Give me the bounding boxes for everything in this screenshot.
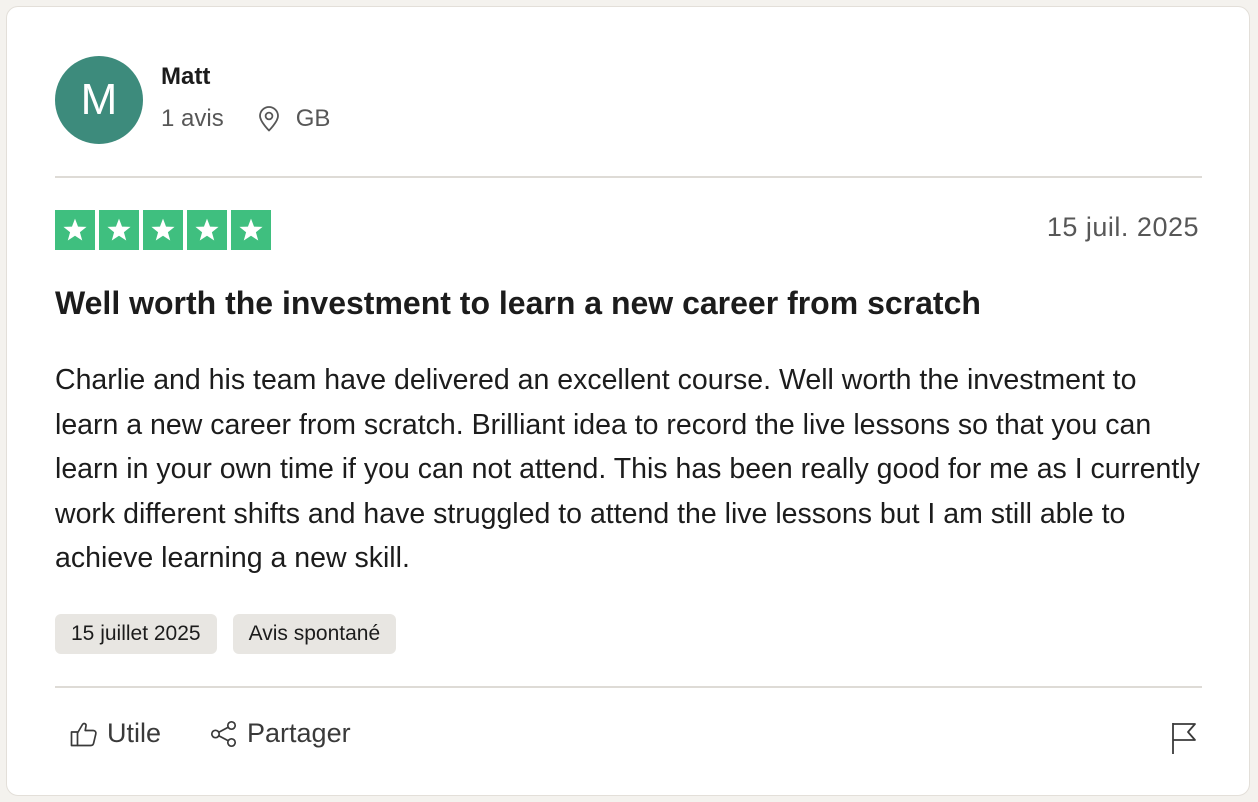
star-rating xyxy=(55,210,271,250)
review-date: 15 juil. 2025 xyxy=(1046,212,1199,242)
review-tags: 15 juillet 2025 Avis spontané xyxy=(55,614,397,654)
star-icon xyxy=(99,210,139,250)
reviewer-name[interactable]: Matt xyxy=(161,62,330,92)
avatar[interactable]: M xyxy=(55,56,143,144)
share-button[interactable]: Partager xyxy=(209,718,351,749)
reviewer-info: Matt 1 avis GB xyxy=(161,62,330,134)
review-title: Well worth the investment to learn a new… xyxy=(55,285,981,321)
share-icon xyxy=(209,719,239,749)
reviewer-country: GB xyxy=(295,105,331,132)
useful-label: Utile xyxy=(107,718,162,748)
review-count: 1 avis xyxy=(161,105,224,132)
star-icon xyxy=(55,210,95,250)
review-actions: Utile Partager xyxy=(69,718,351,749)
report-button[interactable] xyxy=(1169,720,1199,756)
review-source-tag: Avis spontané xyxy=(232,614,397,654)
reviewer-meta: 1 avis GB xyxy=(161,104,330,134)
flag-icon xyxy=(1169,723,1199,760)
star-icon xyxy=(187,210,227,250)
divider xyxy=(55,176,1202,178)
divider xyxy=(55,686,1202,688)
share-label: Partager xyxy=(247,718,351,748)
useful-button[interactable]: Utile xyxy=(69,718,161,749)
star-icon xyxy=(231,210,271,250)
reviewer-header: M Matt 1 avis GB xyxy=(55,55,330,145)
review-card: M Matt 1 avis GB 15 juil. 2025 Well wort… xyxy=(6,6,1250,796)
thumbs-up-icon xyxy=(69,719,99,749)
experience-date-tag: 15 juillet 2025 xyxy=(55,614,217,654)
review-body: Charlie and his team have delivered an e… xyxy=(55,364,1200,574)
star-icon xyxy=(143,210,183,250)
location-pin-icon xyxy=(258,106,280,132)
